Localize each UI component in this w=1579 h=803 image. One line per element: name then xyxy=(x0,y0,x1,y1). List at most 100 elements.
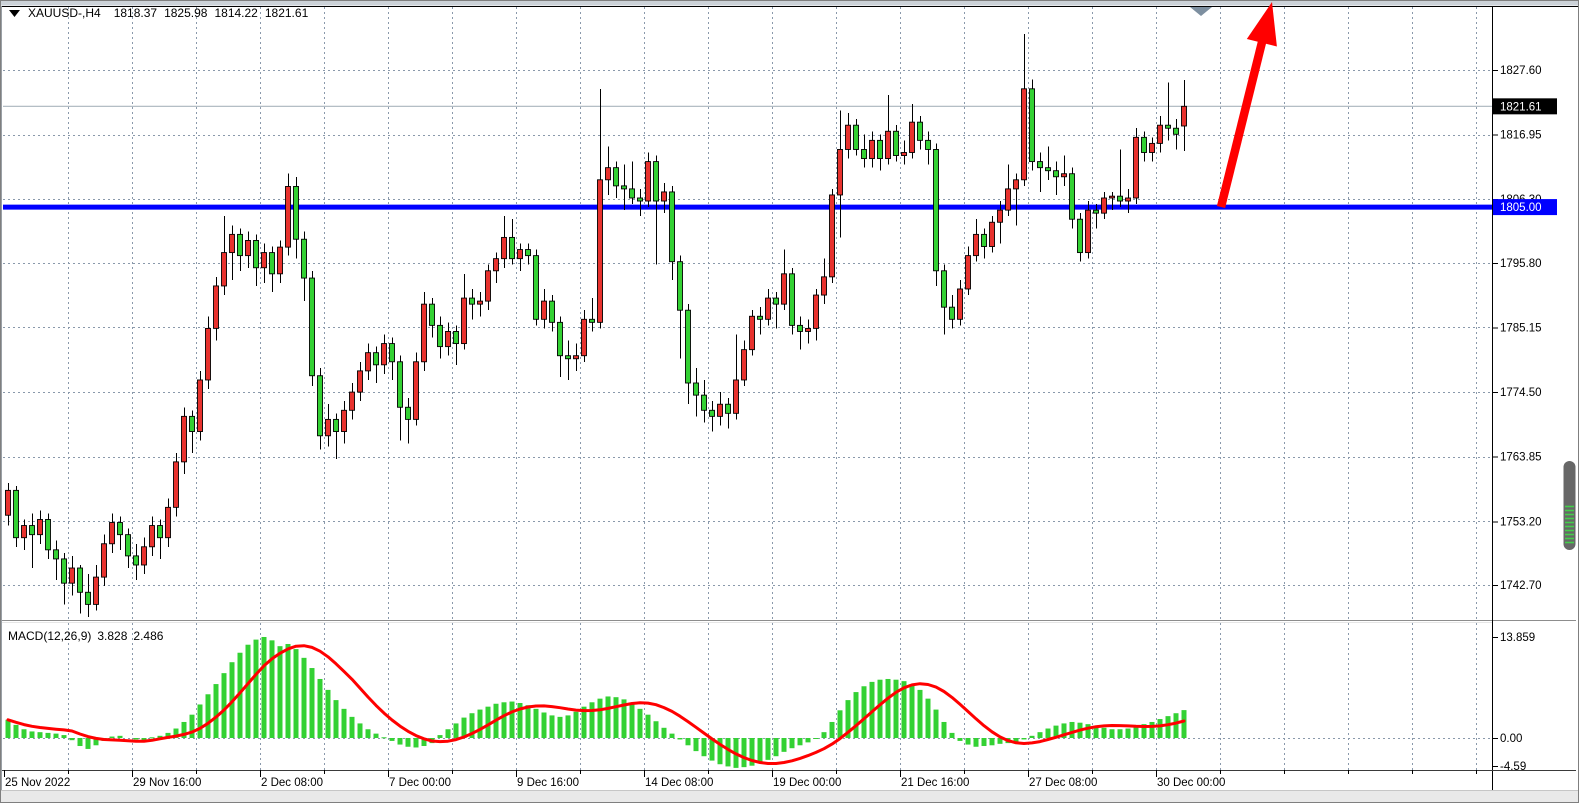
macd-bar xyxy=(670,734,675,738)
macd-tick-label: 0.00 xyxy=(1500,733,1522,745)
macd-bar xyxy=(1166,716,1171,738)
macd-bar xyxy=(390,738,395,741)
candle xyxy=(1030,80,1035,171)
macd-bar xyxy=(510,702,515,738)
time-tick-label: 14 Dec 08:00 xyxy=(645,777,713,789)
macd-bar xyxy=(550,715,555,738)
macd-bar xyxy=(766,738,771,760)
macd-bar xyxy=(150,737,155,738)
macd-bar xyxy=(726,738,731,766)
macd-bar xyxy=(782,738,787,752)
chart-header: XAUUSD-,H4 1818.37 1825.98 1814.22 1821.… xyxy=(8,6,308,20)
macd-bar xyxy=(254,640,259,738)
indicator-name: MACD(12,26,9) xyxy=(8,629,91,643)
macd-bar xyxy=(118,736,123,738)
macd-bar xyxy=(1046,729,1051,738)
macd-bar xyxy=(830,722,835,738)
collapse-triangle-icon[interactable] xyxy=(8,9,21,18)
macd-bar xyxy=(38,732,43,738)
price-tick-label: 1816.95 xyxy=(1500,130,1542,142)
macd-bar xyxy=(702,738,707,756)
macd-bar xyxy=(1126,729,1131,738)
macd-bar xyxy=(910,684,915,738)
level-price-badge[interactable]: 1805.00 xyxy=(1493,199,1557,215)
chart-canvas[interactable]: 1827.601816.951806.301795.801785.151774.… xyxy=(0,0,1579,803)
macd-bar xyxy=(774,738,779,756)
macd-bar xyxy=(1030,736,1035,738)
macd-bar xyxy=(606,696,611,738)
macd-bar xyxy=(534,709,539,738)
macd-bar xyxy=(942,722,947,738)
macd-bar xyxy=(598,699,603,738)
macd-bar xyxy=(86,738,91,749)
macd-bar xyxy=(350,717,355,738)
macd-bar xyxy=(374,734,379,738)
macd-bar xyxy=(558,717,563,738)
macd-bar xyxy=(862,686,867,738)
macd-bar xyxy=(630,704,635,738)
macd-bar xyxy=(894,680,899,738)
macd-bar xyxy=(478,710,483,738)
macd-bar xyxy=(286,644,291,738)
macd-bar xyxy=(966,738,971,745)
macd-bar xyxy=(838,710,843,738)
macd-bar xyxy=(990,738,995,745)
macd-bar xyxy=(134,738,139,739)
macd-bar xyxy=(854,692,859,738)
macd-bar xyxy=(454,723,459,738)
level-price-badge-text: 1805.00 xyxy=(1500,202,1542,214)
macd-bar xyxy=(70,738,75,740)
macd-bar xyxy=(310,668,315,738)
candle xyxy=(174,453,179,517)
macd-bar xyxy=(742,738,747,767)
macd-bar xyxy=(110,737,115,738)
candle xyxy=(1134,128,1139,204)
macd-bar xyxy=(526,705,531,738)
vertical-scrollbar-thumb[interactable] xyxy=(1564,461,1576,550)
macd-tick-label: 13.859 xyxy=(1500,632,1535,644)
macd-bar xyxy=(790,738,795,748)
macd-bar xyxy=(414,738,419,747)
price-tick-label: 1763.85 xyxy=(1500,452,1542,464)
macd-bar xyxy=(646,715,651,738)
macd-bar xyxy=(206,694,211,738)
macd-bar xyxy=(46,733,51,738)
macd-bar xyxy=(758,738,763,764)
candle xyxy=(422,292,427,371)
macd-bar xyxy=(638,709,643,738)
macd-bar xyxy=(1086,724,1091,738)
time-tick-label: 7 Dec 00:00 xyxy=(389,777,451,789)
macd-bar xyxy=(590,702,595,738)
macd-bar xyxy=(886,679,891,738)
macd-bar xyxy=(270,640,275,738)
candle xyxy=(198,371,203,441)
price-tick-label: 1827.60 xyxy=(1500,65,1542,77)
macd-bar xyxy=(1118,729,1123,738)
macd-bar xyxy=(686,738,691,745)
macd-bar xyxy=(214,684,219,738)
time-tick-label: 9 Dec 16:00 xyxy=(517,777,579,789)
macd-bar xyxy=(54,734,59,738)
candle xyxy=(790,268,795,335)
macd-bar xyxy=(382,737,387,738)
macd-bar xyxy=(798,738,803,745)
macd-bar xyxy=(78,738,83,746)
macd-bar xyxy=(958,738,963,741)
macd-bar xyxy=(30,731,35,738)
candle xyxy=(414,353,419,426)
macd-bar xyxy=(294,649,299,738)
candle xyxy=(534,250,539,326)
macd-bar xyxy=(246,645,251,738)
macd-bar xyxy=(806,738,811,742)
price-tick-label: 1742.70 xyxy=(1500,580,1542,592)
macd-bar xyxy=(198,704,203,738)
close-value: 1821.61 xyxy=(265,6,308,20)
time-tick-label: 21 Dec 16:00 xyxy=(901,777,969,789)
indicator-signal-value: 2.486 xyxy=(133,629,163,643)
price-tick-label: 1774.50 xyxy=(1500,387,1542,399)
symbol-timeframe-label: XAUUSD-,H4 xyxy=(28,6,101,20)
current-price-badge[interactable]: 1821.61 xyxy=(1493,98,1557,114)
macd-bar xyxy=(1038,732,1043,738)
candle xyxy=(1070,168,1075,229)
macd-bar xyxy=(542,712,547,738)
